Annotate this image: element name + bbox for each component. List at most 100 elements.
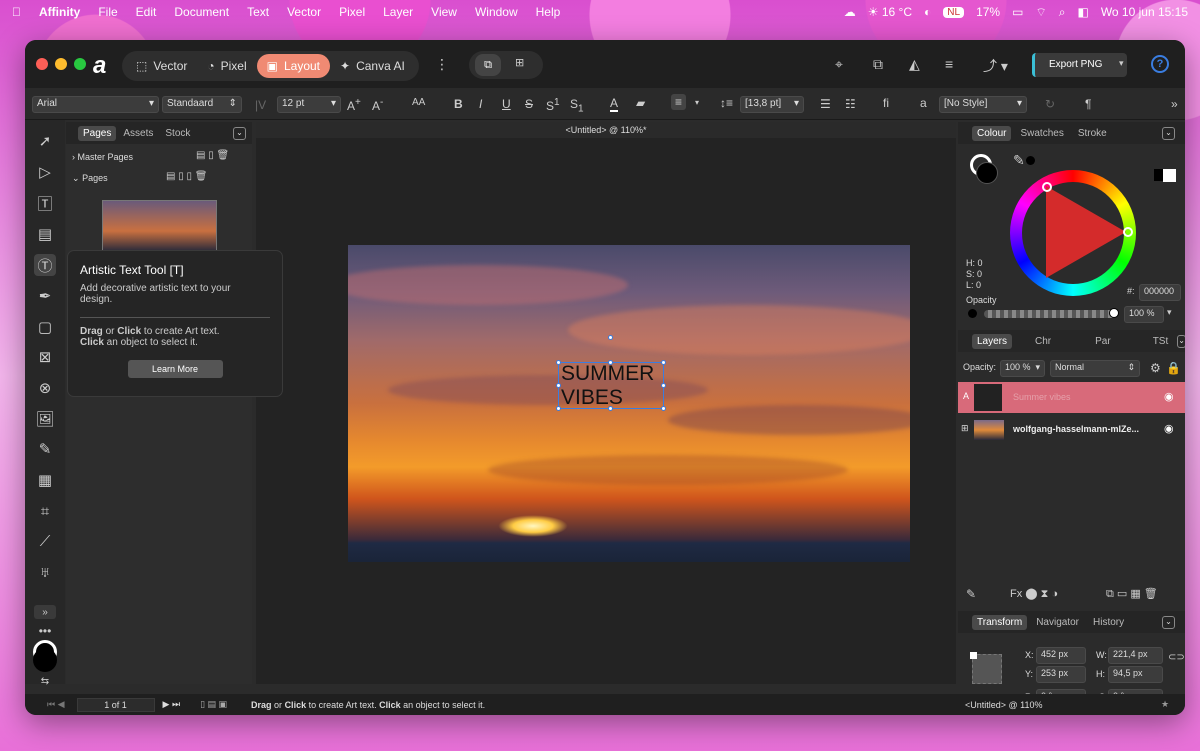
transparency-tool-icon[interactable]: ⟋ [34, 530, 56, 552]
learn-more-button[interactable]: Learn More [127, 360, 223, 378]
italic-icon[interactable]: I [479, 97, 482, 111]
panel-options-chevron-icon[interactable]: ⌄ [233, 126, 246, 140]
ligatures-icon[interactable]: fi [883, 96, 889, 110]
boolean-operations-icon[interactable]: ⤴ ▾ [983, 56, 1008, 76]
layer-settings-gear-icon[interactable]: ⚙ [1150, 361, 1161, 375]
page-indicator[interactable]: 1 of 1 [76, 697, 155, 712]
opacity-dropdown-chevron-icon[interactable]: ▾ [1167, 307, 1172, 318]
colour-wheel[interactable] [1010, 170, 1136, 296]
tab-assets[interactable]: Assets [118, 126, 158, 141]
pilcrow-icon[interactable]: ¶ [1085, 97, 1091, 111]
master-pages-section[interactable]: › Master Pages [72, 152, 133, 162]
layer-fx-icon[interactable]: Fx ⬤ ⧗ ◑ [1010, 587, 1058, 601]
menu-text[interactable]: Text [247, 5, 269, 19]
place-image-tool-icon[interactable]: 🖼 [34, 408, 56, 430]
layer-row-selected[interactable]: A Summer vibes ◉ [958, 382, 1185, 413]
decrease-font-size-icon[interactable]: A- [372, 97, 383, 113]
opacity-field[interactable]: 100 % [1124, 306, 1164, 323]
control-center-icon[interactable]: ◧ [1077, 5, 1088, 19]
color-picker-tool-icon[interactable]: ♅ [34, 561, 56, 583]
layer-name[interactable]: wolfgang-hasselmann-mIZe... [1013, 424, 1139, 434]
layer-name[interactable]: Summer vibes [1013, 392, 1071, 402]
menu-view[interactable]: View [431, 5, 457, 19]
anchor-point-selected[interactable] [970, 652, 977, 659]
resize-handle[interactable] [556, 406, 561, 411]
font-style-select[interactable]: Standaard ⇕ [162, 96, 242, 113]
tab-character[interactable]: Chr [1030, 334, 1056, 349]
resize-handle[interactable] [608, 360, 613, 365]
bullet-list-icon[interactable]: ☰ [820, 97, 831, 111]
font-size-field[interactable]: 12 pt ▾ [277, 96, 341, 113]
opacity-slider[interactable] [984, 308, 1119, 318]
rotation-handle[interactable] [608, 335, 613, 340]
frame-text-tool-icon[interactable]: 🅃 [34, 192, 56, 214]
lock-icon[interactable]: 🔒 [1166, 361, 1181, 375]
fill-swatch[interactable] [33, 648, 57, 672]
panel-options-chevron-icon[interactable]: ⌄ [1162, 126, 1175, 140]
arrange-icon[interactable]: ⧉ [873, 56, 883, 73]
tab-swatches[interactable]: Swatches [1015, 126, 1068, 141]
art-text-selection-box[interactable]: SUMMER VIBES [558, 362, 664, 409]
leading-field[interactable]: [13,8 pt] ▾ [740, 96, 804, 113]
more-options-icon[interactable]: ⋮ [435, 56, 449, 73]
persona-canva-ai-button[interactable]: ✦ Canva AI [330, 54, 415, 78]
blend-mode-select[interactable]: Normal ⇕ [1050, 360, 1140, 377]
snapping-icon[interactable]: ⌖ [835, 56, 843, 73]
table-tool-icon[interactable]: ▤ [34, 223, 56, 245]
resize-handle[interactable] [556, 383, 561, 388]
preview-mode-icon[interactable]: ⧉ [475, 54, 501, 76]
menubar-clock[interactable]: Wo 10 jun 15:15 [1101, 5, 1188, 19]
art-text-line-1[interactable]: SUMMER [561, 361, 654, 387]
export-dropdown-chevron-icon[interactable]: ▾ [1119, 58, 1124, 69]
fill-tool-icon[interactable]: ✎ [34, 438, 56, 460]
all-caps-icon[interactable]: AA [412, 97, 425, 108]
affinity-logo-icon[interactable]: a [93, 52, 106, 80]
hue-handle[interactable] [1123, 227, 1133, 237]
battery-percent[interactable]: 17% [976, 5, 1000, 19]
document-page[interactable]: SUMMER VIBES [348, 245, 910, 562]
swap-colors-icon[interactable]: ⇆ [34, 670, 56, 692]
menu-document[interactable]: Document [174, 5, 229, 19]
art-text-line-2[interactable]: VIBES [561, 385, 623, 411]
highlight-color-icon[interactable]: ▰ [636, 96, 645, 110]
menu-app[interactable]: Affinity [39, 5, 80, 19]
hex-field[interactable]: 000000 [1139, 284, 1181, 301]
align-left-icon[interactable]: ≡ [671, 94, 687, 110]
strikethrough-icon[interactable]: S [525, 97, 533, 111]
help-icon[interactable]: ? [1151, 55, 1169, 73]
link-dimensions-icon[interactable]: ⊂⊃ [1168, 652, 1185, 663]
numbered-list-icon[interactable]: ☷ [845, 97, 856, 111]
persona-vector-button[interactable]: ⬚ Vector [126, 54, 197, 78]
colour-fill-swatch[interactable] [976, 162, 998, 184]
tab-colour[interactable]: Colour [972, 125, 1012, 141]
align-icon[interactable]: ≡ [945, 56, 953, 72]
edit-layer-icon[interactable]: ✎ [966, 587, 976, 601]
superscript-icon[interactable]: S1 [546, 97, 560, 113]
pen-tool-icon[interactable]: ✒ [34, 285, 56, 307]
wifi-icon[interactable]: ⌔ [1035, 5, 1046, 20]
tab-pages[interactable]: Pages [78, 125, 117, 141]
text-color-icon[interactable]: A [610, 96, 619, 112]
menu-window[interactable]: Window [475, 5, 518, 19]
eyedropper-icon[interactable]: ✎ [1013, 152, 1025, 169]
zoom-window-button[interactable] [74, 58, 86, 70]
text-styles-icon[interactable]: a [920, 96, 927, 110]
resize-handle[interactable] [556, 360, 561, 365]
close-window-button[interactable] [36, 58, 48, 70]
apple-icon[interactable]:  [12, 5, 21, 19]
resize-handle[interactable] [608, 406, 613, 411]
increase-font-size-icon[interactable]: A+ [347, 97, 361, 113]
page-thumbnail[interactable] [102, 200, 217, 252]
expand-tools-icon[interactable]: » [34, 605, 56, 619]
menubar-extra-icon[interactable]: ◐ [924, 5, 931, 19]
crop-tool-icon[interactable]: ⌗ [34, 500, 56, 522]
saturation-triangle[interactable] [1046, 186, 1126, 278]
first-page-icon[interactable]: ⏮ ◀ [47, 699, 65, 710]
add-master-page-icon[interactable]: ▤ ▯ 🗑 [196, 150, 229, 161]
leading-icon[interactable]: ↕≡ [720, 96, 733, 110]
export-png-button[interactable]: Export PNG [1032, 53, 1127, 77]
menu-vector[interactable]: Vector [287, 5, 321, 19]
menu-pixel[interactable]: Pixel [339, 5, 365, 19]
spotlight-search-icon[interactable]: ⌕ [1059, 5, 1066, 20]
font-family-select[interactable]: Arial ▾ [32, 96, 159, 113]
